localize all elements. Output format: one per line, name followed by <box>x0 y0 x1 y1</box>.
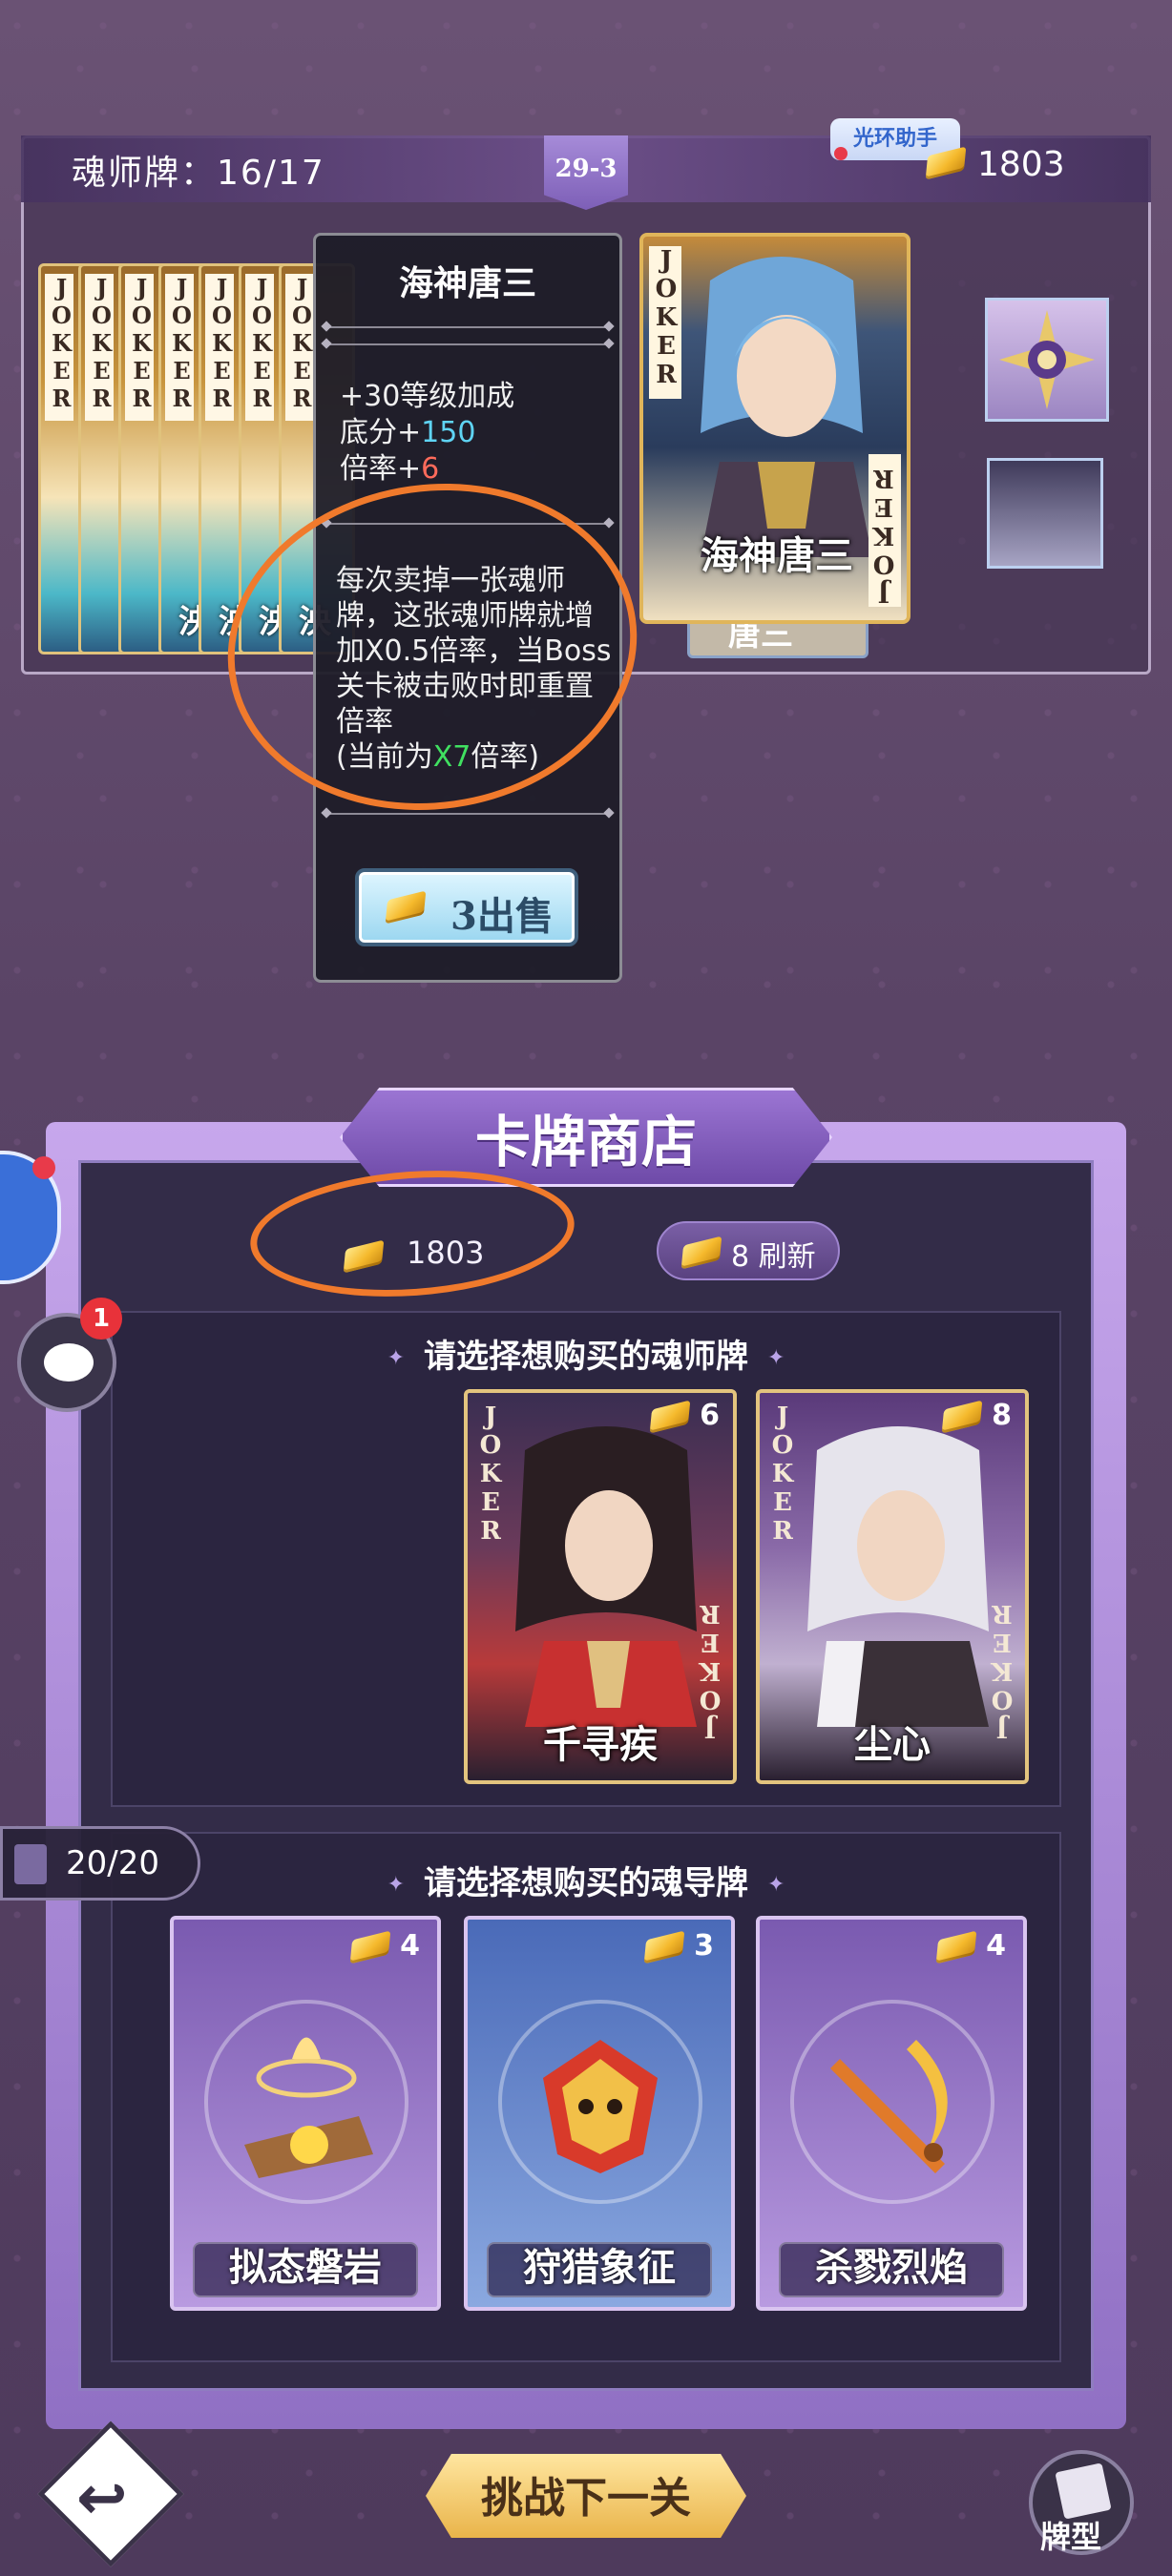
character-portrait <box>515 1426 697 1727</box>
card-price: 3 <box>643 1929 714 1963</box>
card-corner-text: JOKER <box>165 274 196 421</box>
cards-icon <box>1055 2462 1112 2520</box>
gold-icon <box>925 146 967 180</box>
gold-icon <box>643 1930 685 1963</box>
deck-icon <box>14 1844 47 1884</box>
next-level-label: 挑战下一关 <box>481 2474 691 2523</box>
gold-icon <box>385 890 427 924</box>
gold-icon <box>935 1930 977 1963</box>
item-slot-empty[interactable] <box>987 458 1103 569</box>
gold-icon <box>349 1930 391 1963</box>
section-heading: 请选择想购买的魂师牌 <box>111 1330 1061 1377</box>
section-heading: 请选择想购买的魂导牌 <box>111 1857 1061 1903</box>
shop-soul-tool-card[interactable]: 3 狩猎象征 <box>464 1916 735 2311</box>
sell-button[interactable]: 3出售 <box>355 868 578 946</box>
card-name: 狩猎象征 <box>523 2245 676 2290</box>
card-name: 拟态磐岩 <box>229 2245 382 2290</box>
card-name: 杀戮烈焰 <box>815 2245 968 2290</box>
divider <box>324 326 611 328</box>
notification-dot <box>834 147 848 160</box>
card-name: 尘心 <box>854 1722 931 1767</box>
beast-mask-icon <box>543 2040 658 2173</box>
shield-emblem-icon <box>999 310 1095 409</box>
refresh-button[interactable]: 8 刷新 <box>657 1221 840 1280</box>
card-corner-text: JOKER <box>125 274 156 421</box>
gold-icon <box>680 1236 722 1270</box>
card-corner-text: JOKER <box>285 274 316 421</box>
character-portrait <box>807 1426 989 1727</box>
level-indicator: 29-3 <box>544 135 628 210</box>
item-slot[interactable] <box>985 298 1109 422</box>
card-price: 4 <box>349 1929 420 1963</box>
card-corner-text: JOKER <box>649 246 681 399</box>
back-arrow-icon: ↩ <box>76 2463 128 2534</box>
deck-type-label: 牌型 <box>1040 2519 1102 2555</box>
tooltip-title: 海神唐三 <box>398 263 536 303</box>
gold-icon <box>649 1400 691 1433</box>
shop-soul-tool-card[interactable]: 4 拟态磐岩 <box>170 1916 441 2311</box>
flame-blade-icon <box>830 2040 948 2173</box>
chat-badge: 1 <box>80 1298 122 1340</box>
divider <box>324 813 611 815</box>
rock-artifact-icon <box>244 2037 373 2178</box>
card-corner-text: JOKER <box>85 274 115 421</box>
card-name: 海神唐三 <box>701 533 853 578</box>
character-portrait <box>701 257 872 557</box>
hand-count: 魂师牌：16/17 <box>72 154 325 193</box>
featured-card[interactable]: JOKER JOKER 海神唐三 <box>639 233 910 624</box>
gold-icon <box>941 1400 983 1433</box>
divider <box>324 343 611 345</box>
card-corner-text: JOKER <box>245 274 276 421</box>
gold-amount: 1803 <box>977 145 1065 184</box>
card-corner-text: JOKER <box>45 274 75 421</box>
card-price: 6 <box>649 1399 720 1433</box>
card-name: 千寻疾 <box>543 1722 658 1767</box>
deck-counter[interactable]: 20/20 <box>0 1826 200 1901</box>
card-price: 8 <box>941 1399 1012 1433</box>
shop-soul-master-card[interactable]: JOKER JOKER 8 尘心 <box>756 1389 1029 1784</box>
card-corner-text: JOKER <box>476 1402 505 1546</box>
card-corner-text: JOKER <box>768 1402 797 1546</box>
shop-soul-tool-card[interactable]: 4 杀戮烈焰 <box>756 1916 1027 2311</box>
card-corner-text: JOKER <box>205 274 236 421</box>
card-price: 4 <box>935 1929 1006 1963</box>
card-corner-text: JOKER <box>869 454 901 607</box>
chat-icon <box>44 1343 94 1381</box>
stat-multiplier: 倍率+6 <box>340 452 440 486</box>
shop-soul-master-card[interactable]: JOKER JOKER 6 千寻疾 <box>464 1389 737 1784</box>
notification-dot <box>32 1156 55 1179</box>
shop-title: 卡牌商店 <box>474 1110 697 1174</box>
